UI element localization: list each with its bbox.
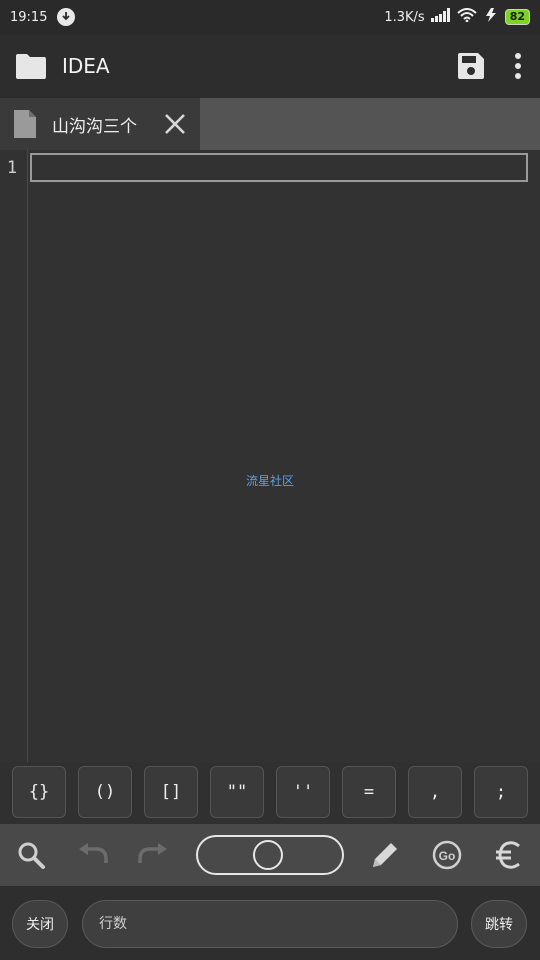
euro-icon[interactable] xyxy=(490,836,528,874)
toggle-switch[interactable] xyxy=(196,835,344,875)
editor-toolbar: Go xyxy=(0,824,540,886)
tab-bar: 山沟沟三个 xyxy=(0,98,540,150)
code-editor[interactable]: 1 流星社区 xyxy=(0,150,540,762)
line-number-input[interactable] xyxy=(82,900,458,948)
line-number: 1 xyxy=(6,158,18,178)
status-indicators: 1.3K/s 82 xyxy=(384,8,530,26)
bottom-bar: 关闭 跳转 xyxy=(0,886,540,960)
go-icon[interactable]: Go xyxy=(428,836,466,874)
current-line-highlight[interactable] xyxy=(30,153,528,182)
line-number-gutter: 1 xyxy=(0,150,28,762)
status-time: 19:15 xyxy=(10,9,48,25)
symbol-key-parens[interactable]: () xyxy=(78,766,132,818)
toggle-knob[interactable] xyxy=(253,840,283,870)
symbol-key-double-quotes[interactable]: "" xyxy=(210,766,264,818)
symbol-key-equals[interactable]: = xyxy=(342,766,396,818)
battery-badge: 82 xyxy=(504,9,530,25)
app-title: IDEA xyxy=(62,54,110,78)
symbol-key-brackets[interactable]: [] xyxy=(144,766,198,818)
symbol-key-row: {} () [] "" '' = , ; xyxy=(0,762,540,824)
symbol-key-comma[interactable]: , xyxy=(408,766,462,818)
undo-icon[interactable] xyxy=(74,836,112,874)
symbol-key-single-quotes[interactable]: '' xyxy=(276,766,330,818)
download-icon xyxy=(57,8,76,26)
file-icon xyxy=(12,108,38,140)
folder-icon[interactable] xyxy=(14,52,48,80)
charging-icon xyxy=(483,8,499,26)
save-icon[interactable] xyxy=(456,51,486,81)
svg-text:Go: Go xyxy=(439,849,456,863)
more-vert-icon[interactable] xyxy=(514,52,522,80)
close-button[interactable]: 关闭 xyxy=(12,900,68,948)
close-icon[interactable] xyxy=(164,113,186,135)
signal-icon xyxy=(430,8,451,26)
watermark-text: 流星社区 xyxy=(245,474,294,488)
pencil-icon[interactable] xyxy=(366,836,404,874)
file-tab[interactable]: 山沟沟三个 xyxy=(0,98,200,150)
redo-icon[interactable] xyxy=(134,836,172,874)
app-bar: IDEA xyxy=(0,34,540,98)
wifi-icon xyxy=(457,8,477,26)
network-speed: 1.3K/s xyxy=(384,9,425,25)
jump-button[interactable]: 跳转 xyxy=(471,900,527,948)
symbol-key-semicolon[interactable]: ; xyxy=(474,766,528,818)
status-bar: 19:15 1.3K/s 82 xyxy=(0,0,540,34)
symbol-key-braces[interactable]: {} xyxy=(12,766,66,818)
tab-label: 山沟沟三个 xyxy=(52,116,137,137)
search-icon[interactable] xyxy=(12,836,50,874)
app-bar-actions xyxy=(456,51,522,81)
